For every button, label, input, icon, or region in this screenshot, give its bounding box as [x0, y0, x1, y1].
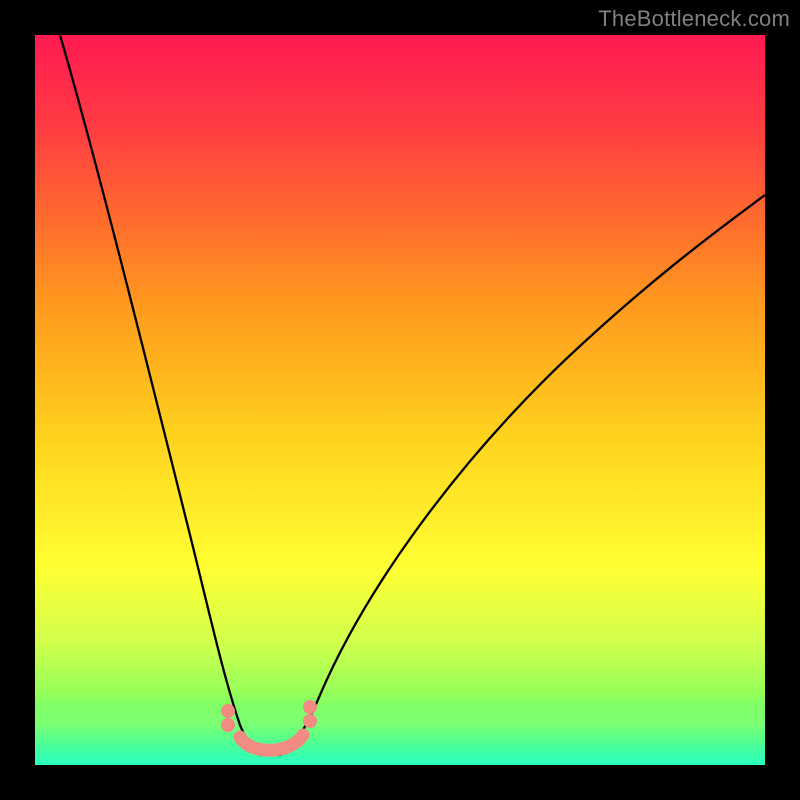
bottleneck-curve: [60, 35, 765, 755]
watermark-text: TheBottleneck.com: [598, 6, 790, 32]
curve-svg: [35, 35, 765, 765]
outer-frame: TheBottleneck.com: [0, 0, 800, 800]
plot-area: [35, 35, 765, 765]
